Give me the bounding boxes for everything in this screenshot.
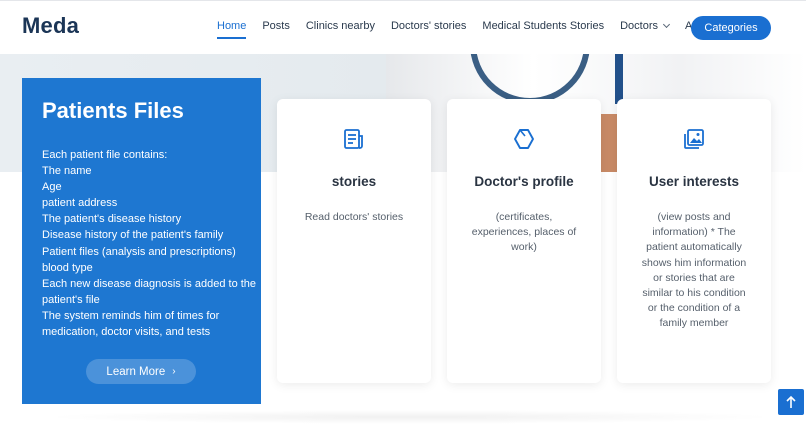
card-text: (view posts and information) * The patie… [641,211,747,330]
categories-button[interactable]: Categories [691,16,771,40]
panel-line: Patient files (analysis and prescription… [42,245,236,258]
nav-posts[interactable]: Posts [262,20,290,32]
card-title: User interests [648,174,740,189]
panel-line: blood type [42,261,93,274]
nav-medical-students-stories[interactable]: Medical Students Stories [482,20,604,32]
arrow-up-icon [786,395,796,408]
nav-doctors-dropdown[interactable]: Doctors [620,20,671,32]
panel-line: The name [42,165,92,178]
learn-more-button[interactable]: Learn More › [86,359,196,384]
card-stories[interactable]: stories Read doctors' stories [277,99,431,383]
card-doctors-profile[interactable]: Doctor's profile (certificates, experien… [447,99,601,383]
panel-line: Disease history of the patient's family [42,229,224,242]
panel-line: Each patient file contains: [42,149,168,161]
section-divider-shadow [40,410,780,424]
chevron-right-icon: › [172,366,176,377]
nav-doctors-label: Doctors [620,20,658,32]
stethoscope-tube-image [615,54,623,104]
panel-description: Each patient file contains: The name Age… [42,147,257,340]
learn-more-label: Learn More [106,365,166,378]
panel-line: Each new disease diagnosis is added to t… [42,277,257,306]
site-logo[interactable]: Meda [22,13,79,39]
card-text: (certificates, experiences, places of wo… [471,211,577,254]
site-header: Meda Home Posts Clinics nearby Doctors' … [0,0,806,54]
chevron-down-icon [662,20,671,29]
panel-title: Patients Files [42,98,184,123]
patients-files-panel: Patients Files Each patient file contain… [22,78,261,404]
nav-home[interactable]: Home [217,20,247,39]
nav-clinics-nearby[interactable]: Clinics nearby [306,20,375,32]
card-title: Doctor's profile [474,174,574,189]
panel-line: The system reminds him of times for medi… [42,309,220,339]
panel-line: Age [42,181,62,194]
newspaper-icon [344,129,363,149]
hexagon-icon [514,129,534,149]
panel-line: patient address [42,197,118,210]
doctor-arm-image [600,114,618,172]
card-user-interests[interactable]: User interests (view posts and informati… [617,99,771,383]
panel-line: The patient's disease history [42,213,182,226]
card-title: stories [331,174,377,189]
images-icon [684,129,704,149]
main-nav: Home Posts Clinics nearby Doctors' stori… [217,20,730,39]
card-text: Read doctors' stories [304,211,404,223]
scroll-to-top-button[interactable] [778,389,804,415]
nav-doctors-stories[interactable]: Doctors' stories [391,20,466,32]
